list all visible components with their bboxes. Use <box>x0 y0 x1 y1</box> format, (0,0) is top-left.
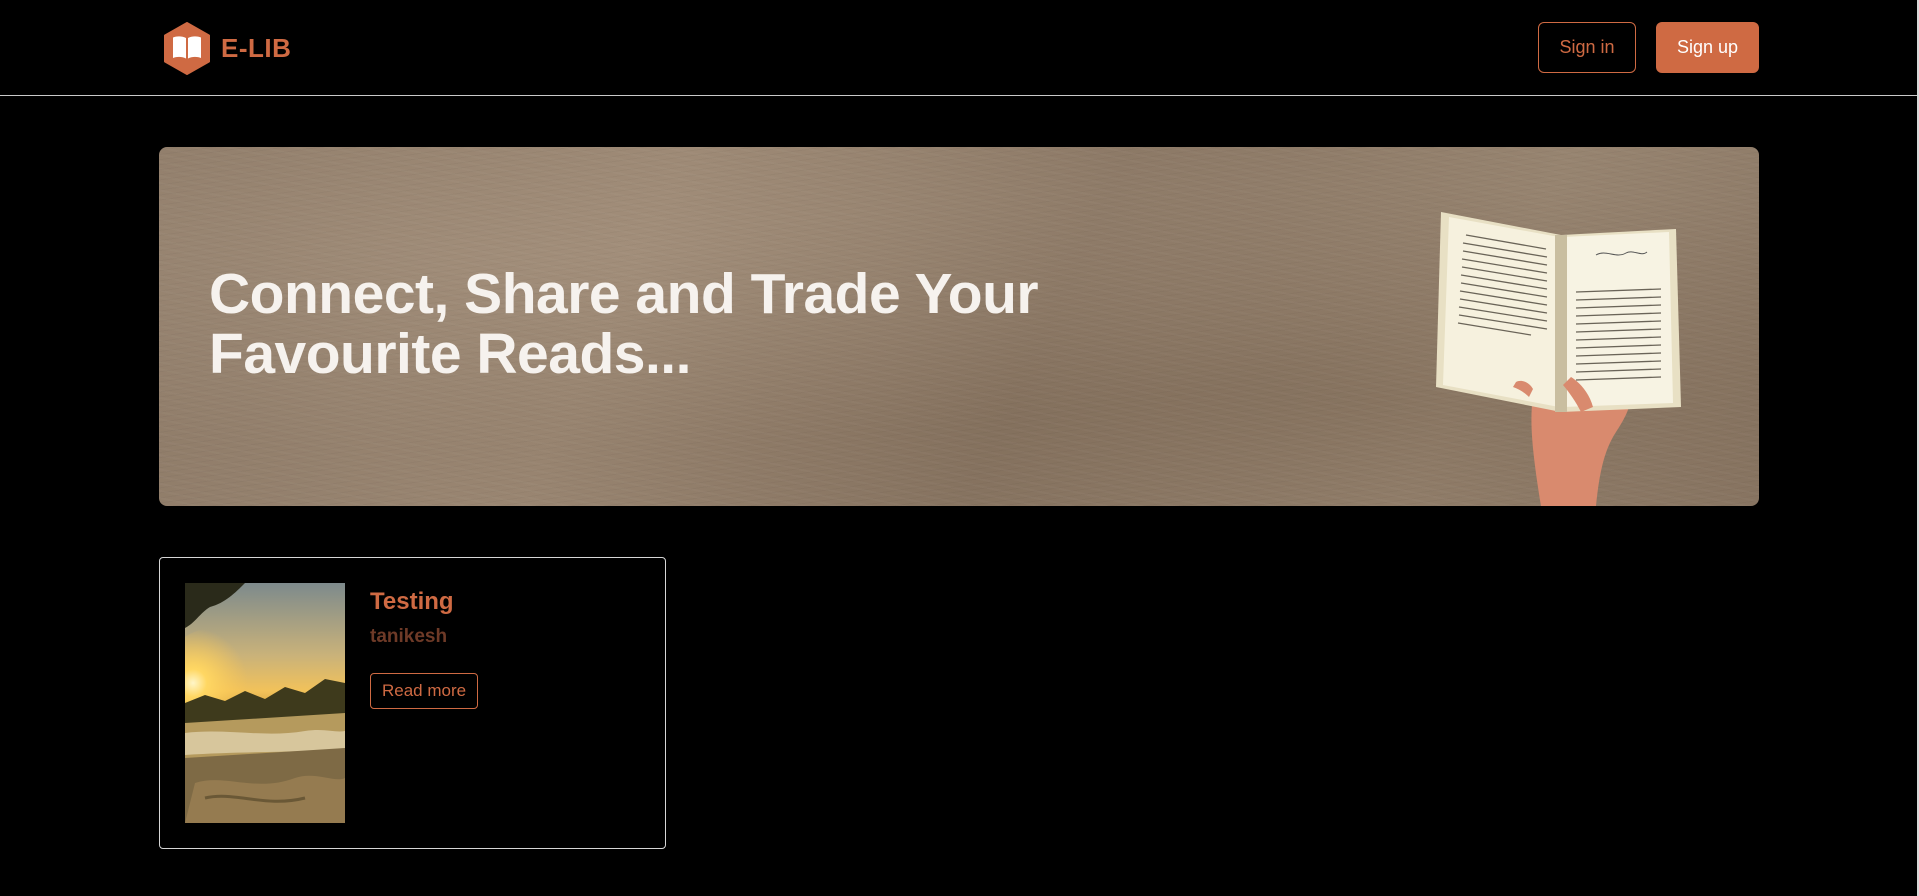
book-card: Testing tanikesh Read more <box>159 557 666 849</box>
book-author: tanikesh <box>370 626 448 647</box>
book-hexagon-icon <box>164 22 210 75</box>
site-header: E-LIB Sign in Sign up <box>0 0 1917 96</box>
brand-name: E-LIB <box>221 33 292 63</box>
book-title[interactable]: Testing <box>370 588 454 616</box>
brand-logo-link[interactable]: E-LIB <box>162 22 291 75</box>
sign-in-button[interactable]: Sign in <box>1538 22 1636 73</box>
sign-up-button[interactable]: Sign up <box>1656 22 1759 73</box>
sunset-river-cover-image <box>185 583 345 823</box>
page: E-LIB Sign in Sign up Connect, Share and… <box>0 0 1919 896</box>
hero-title: Connect, Share and Trade Your Favourite … <box>209 262 1039 386</box>
hero-banner: Connect, Share and Trade Your Favourite … <box>159 147 1759 506</box>
read-more-button[interactable]: Read more <box>370 673 479 709</box>
open-book-in-hand-image <box>1436 212 1681 506</box>
